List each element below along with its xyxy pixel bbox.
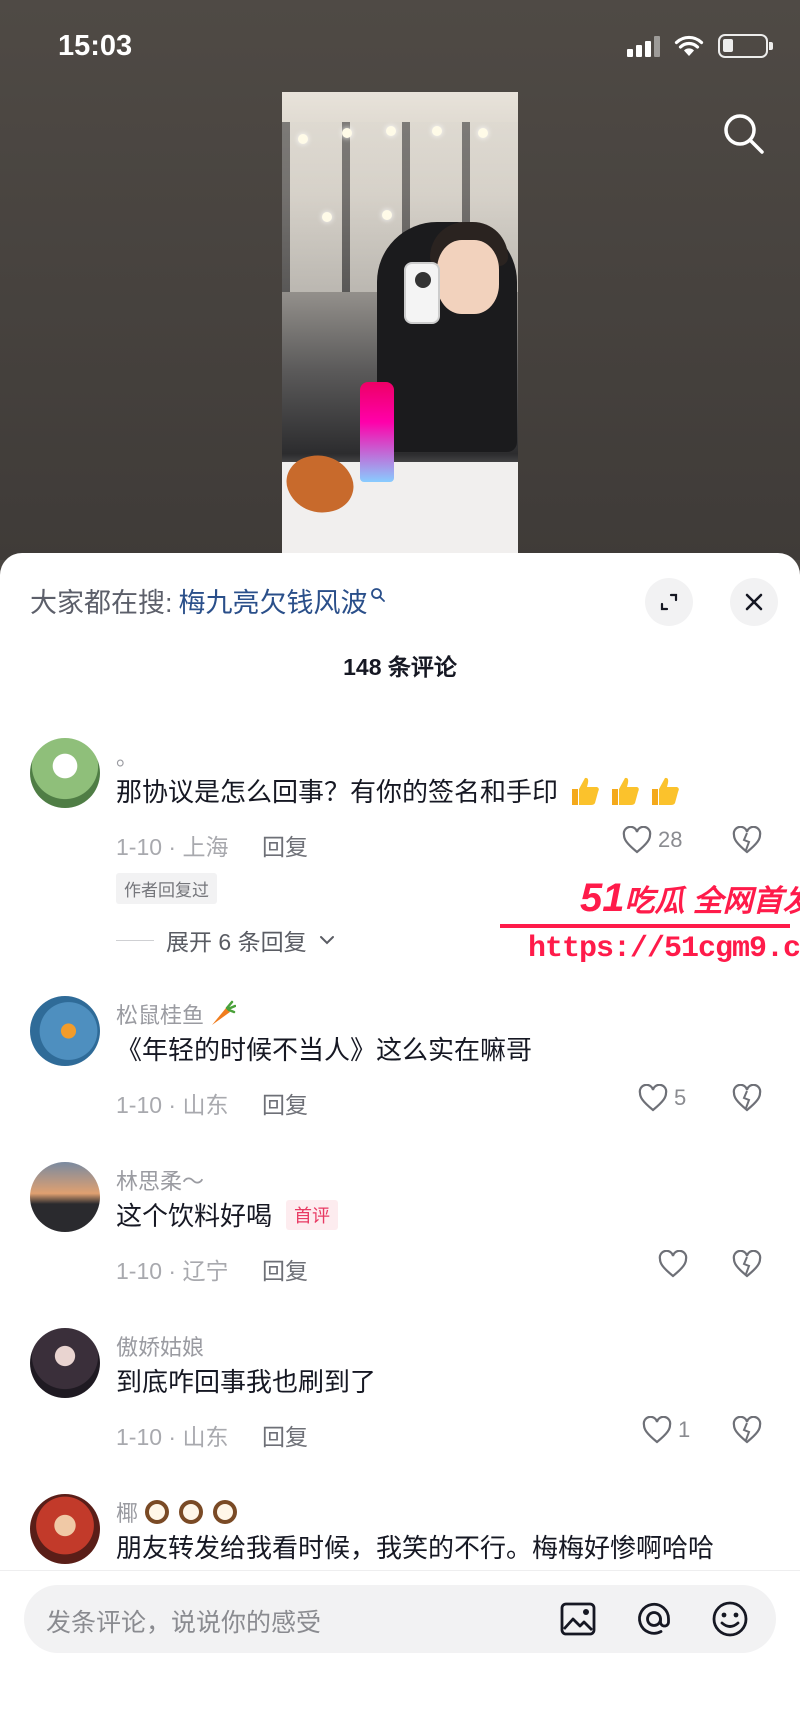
comment-text: 朋友转发给我看时候，我笑的不行。梅梅好惨啊哈哈: [116, 1533, 715, 1563]
image-icon[interactable]: [558, 1599, 598, 1639]
bulb: [382, 210, 392, 220]
comment-input-bar: 发条评论，说说你的感受: [0, 1570, 800, 1731]
comment-username[interactable]: 林思柔～: [116, 1164, 204, 1196]
face: [437, 240, 499, 314]
comment-count: 148 条评论: [343, 654, 457, 680]
status-time: 15:03: [58, 30, 133, 62]
dislike-icon[interactable]: [732, 1084, 762, 1112]
thumbs-up-icon: [612, 777, 639, 805]
comment-username[interactable]: 椰: [116, 1496, 240, 1528]
watermark-url: https://51cgm9.com: [528, 932, 800, 966]
coconut-icon: [213, 1500, 238, 1524]
comment-meta: 1-10 · 辽宁: [116, 1258, 229, 1284]
divider-line: [116, 939, 154, 941]
heart-icon: [622, 826, 652, 854]
reply-button[interactable]: 回复: [262, 1086, 308, 1120]
avatar[interactable]: [30, 1494, 100, 1564]
status-icons: [627, 34, 773, 58]
comment-text: 那协议是怎么回事？有你的签名和手印: [116, 772, 682, 809]
comment-meta: 1-10 · 山东: [116, 1424, 229, 1450]
watermark-title: 51吃瓜 全网首发: [580, 876, 800, 921]
avatar[interactable]: [30, 1328, 100, 1398]
wifi-icon: [674, 35, 704, 56]
comment-text-content: 那协议是怎么回事？有你的签名和手印: [116, 777, 559, 807]
expand-icon: [660, 593, 678, 611]
expand-button[interactable]: [645, 578, 693, 626]
close-button[interactable]: [730, 578, 778, 626]
avatar[interactable]: [30, 738, 100, 808]
comment-username-text: 松鼠桂鱼: [116, 1003, 205, 1028]
watermark: 51吃瓜 全网首发 https://51cgm9.com: [500, 876, 800, 976]
thumbs-up-emoji: [568, 774, 682, 808]
comment-username[interactable]: 松鼠桂鱼: [116, 998, 237, 1030]
reply-button[interactable]: 回复: [262, 1252, 308, 1286]
comment-input-placeholder: 发条评论，说说你的感受: [46, 1609, 322, 1637]
bulb: [432, 126, 442, 136]
mention-icon[interactable]: [634, 1599, 674, 1639]
dislike-icon[interactable]: [732, 826, 762, 854]
phone: [404, 262, 440, 324]
first-comment-tag: 首评: [286, 1199, 339, 1230]
video-area[interactable]: 15:03: [0, 0, 800, 560]
comment-input[interactable]: 发条评论，说说你的感受: [24, 1585, 776, 1653]
search-icon: [370, 587, 385, 602]
like-button[interactable]: 5: [638, 1084, 686, 1112]
comment-username-text: 椰: [116, 1501, 139, 1526]
reply-button[interactable]: 回复: [262, 1418, 308, 1452]
like-button[interactable]: 28: [622, 826, 682, 854]
battery-icon: [718, 34, 773, 58]
expand-replies-button[interactable]: 展开 6 条回复: [116, 923, 335, 957]
dislike-icon[interactable]: [732, 1416, 762, 1444]
like-count: 5: [674, 1085, 687, 1110]
bulb: [342, 128, 352, 138]
heart-icon: [642, 1416, 672, 1444]
bulb: [478, 128, 488, 138]
hot-search-bar[interactable]: 大家都在搜: 梅九亮欠钱风波: [30, 581, 386, 620]
comment-text: 《年轻的时候不当人》这么实在嘛哥: [116, 1035, 533, 1065]
like-count: 28: [658, 827, 683, 852]
emoji-icon[interactable]: [710, 1599, 750, 1639]
video-thumbnail[interactable]: [282, 92, 518, 556]
coconut-icon: [179, 1500, 204, 1524]
close-icon: [745, 593, 763, 611]
comment-meta: 1-10 · 山东: [116, 1092, 229, 1118]
comment-username[interactable]: 傲娇姑娘: [116, 1330, 204, 1362]
bulb: [386, 126, 396, 136]
thumbs-up-icon: [572, 777, 599, 805]
dislike-icon[interactable]: [732, 1250, 762, 1278]
status-bar: 15:03: [0, 0, 800, 96]
watermark-title-num: 51: [580, 876, 625, 920]
reply-button[interactable]: 回复: [262, 828, 308, 862]
comment-text: 到底咋回事我也刷到了: [116, 1367, 377, 1397]
comment-meta: 1-10 · 上海: [116, 834, 229, 860]
chevron-down-icon: [319, 936, 334, 945]
expand-replies-label: 展开 6 条回复: [166, 929, 307, 955]
bulb: [298, 134, 308, 144]
avatar[interactable]: [30, 996, 100, 1066]
signal-icon: [627, 35, 660, 57]
hot-search-term[interactable]: 梅九亮欠钱风波: [179, 581, 368, 620]
comment-text: 这个饮料好喝 首评: [116, 1196, 339, 1233]
drink-bottle: [360, 382, 394, 482]
avatar[interactable]: [30, 1162, 100, 1232]
heart-icon: [658, 1250, 688, 1278]
like-button[interactable]: [658, 1250, 694, 1278]
search-icon[interactable]: [718, 108, 770, 160]
carrot-icon: [212, 1000, 237, 1025]
comment-text-content: 这个饮料好喝: [116, 1201, 273, 1231]
thumbs-up-icon: [652, 777, 679, 805]
coconut-icon: [145, 1500, 170, 1524]
hot-search-prefix: 大家都在搜:: [30, 588, 173, 618]
like-count: 1: [678, 1417, 691, 1442]
bulb: [322, 212, 332, 222]
like-button[interactable]: 1: [642, 1416, 690, 1444]
heart-icon: [638, 1084, 668, 1112]
watermark-line: [500, 924, 790, 928]
watermark-title-text: 吃瓜 全网首发: [624, 885, 800, 918]
author-replied-tag: 作者回复过: [116, 873, 217, 904]
comment-username[interactable]: 。: [116, 740, 138, 772]
